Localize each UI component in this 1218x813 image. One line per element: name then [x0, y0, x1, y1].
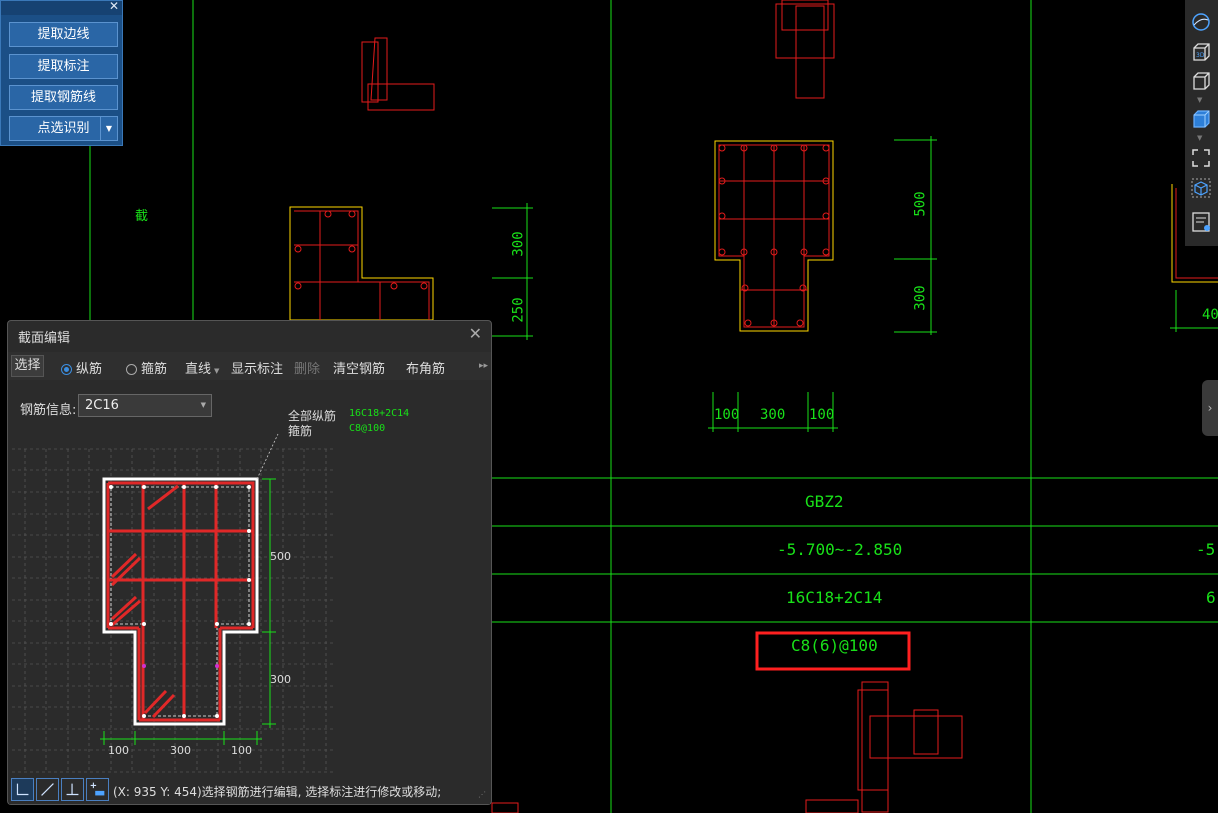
- fit-view-icon[interactable]: [1190, 147, 1212, 169]
- table-column-name: GBZ2: [805, 492, 844, 511]
- perpendicular-icon[interactable]: [61, 778, 84, 801]
- callout-stirrup: 箍筋: [288, 424, 313, 438]
- status-message: (X: 935 Y: 454)选择钢筋进行编辑, 选择标注进行修改或移动;: [113, 785, 442, 799]
- dim-label[interactable]: 100: [108, 744, 129, 757]
- chevron-down-icon[interactable]: ▼: [1197, 134, 1202, 142]
- dim-label[interactable]: 300: [170, 744, 191, 757]
- point-recognize-label: 点选识别: [37, 121, 90, 136]
- dim-label: 40: [1202, 307, 1218, 323]
- svg-text:3D: 3D: [1196, 52, 1205, 59]
- extract-edge-button[interactable]: 提取边线: [9, 22, 118, 47]
- table-elevation: -5.700~-2.850: [777, 540, 903, 559]
- chevron-down-icon[interactable]: ▼: [1197, 96, 1202, 104]
- section-edit-dialog: 截面编辑 ✕ 选择 纵筋 箍筋 直线 ▼ 显示标注 删除 清空钢筋 布角筋 ▸▸ …: [7, 320, 492, 805]
- point-recognize-button[interactable]: 点选识别 ▼: [9, 116, 118, 141]
- dialog-status-bar: (X: 935 Y: 454)选择钢筋进行编辑, 选择标注进行修改或移动; ⋰: [9, 776, 490, 804]
- table-right-partial: 6(: [1206, 588, 1218, 607]
- table-stirrup: C8(6)@100: [791, 636, 878, 655]
- cad-side-mark: 截: [135, 209, 149, 224]
- tool-panel-header: ✕: [1, 0, 122, 15]
- dim-label[interactable]: 300: [270, 673, 291, 686]
- properties-icon[interactable]: [1190, 211, 1212, 233]
- solid-box-icon[interactable]: [1190, 108, 1212, 130]
- callout-longitudinal-value[interactable]: 16C18+2C14: [349, 408, 409, 419]
- dim-label: 300: [760, 407, 786, 423]
- 3d-view-icon[interactable]: 3D: [1190, 41, 1212, 63]
- dim-label: 300: [510, 231, 527, 257]
- section-drawing-canvas[interactable]: [8, 321, 491, 776]
- dim-label[interactable]: 100: [231, 744, 252, 757]
- chevron-down-icon[interactable]: ▼: [100, 117, 117, 140]
- box-view-icon[interactable]: [1190, 70, 1212, 92]
- orthogonal-mode-icon[interactable]: [11, 778, 34, 801]
- dim-label: 300: [912, 285, 929, 311]
- oblique-line-icon[interactable]: [36, 778, 59, 801]
- cube-select-icon[interactable]: [1190, 177, 1212, 199]
- dim-label: 250: [510, 297, 527, 323]
- view-toolbar: 3D ▼ ▼: [1185, 0, 1218, 246]
- sphere-view-icon[interactable]: [1190, 11, 1212, 33]
- add-point-icon[interactable]: [86, 778, 109, 801]
- table-longitudinal: 16C18+2C14: [786, 588, 883, 607]
- dim-label[interactable]: 500: [270, 550, 291, 563]
- resize-grip-icon[interactable]: ⋰: [478, 790, 486, 799]
- dim-label: 100: [809, 407, 835, 423]
- extract-rebar-line-button[interactable]: 提取钢筋线: [9, 85, 118, 110]
- callout-stirrup-value[interactable]: C8@100: [349, 423, 385, 434]
- table-right-partial: -5.: [1196, 540, 1218, 559]
- extract-tool-panel: ✕ 提取边线 提取标注 提取钢筋线 点选识别 ▼: [0, 0, 123, 146]
- chevron-right-icon[interactable]: ›: [1202, 380, 1218, 436]
- extract-annotation-button[interactable]: 提取标注: [9, 54, 118, 79]
- dim-label: 100: [714, 407, 740, 423]
- close-icon[interactable]: ✕: [109, 0, 119, 13]
- dim-label: 500: [912, 191, 929, 217]
